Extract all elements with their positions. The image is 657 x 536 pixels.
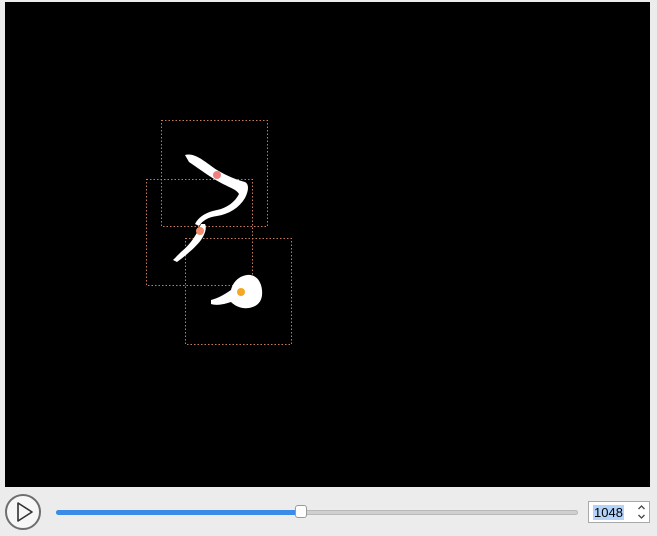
- frame-decrement-button[interactable]: [635, 512, 648, 521]
- play-icon: [17, 502, 33, 522]
- chevron-up-icon: [638, 505, 645, 510]
- frame-increment-button[interactable]: [635, 503, 648, 512]
- playback-controls: 1048: [0, 488, 657, 536]
- middle-blob-marker: [196, 227, 204, 235]
- timeline-slider[interactable]: [56, 505, 578, 518]
- chevron-down-icon: [638, 514, 645, 519]
- timeline-slider-thumb[interactable]: [295, 505, 307, 518]
- lower-blob-marker: [237, 288, 245, 296]
- frame-number-spinbox[interactable]: 1048: [588, 501, 650, 523]
- video-player-window: 1048: [0, 0, 657, 536]
- frame-canvas: [5, 2, 650, 487]
- upper-blob-marker: [213, 171, 221, 179]
- play-button[interactable]: [5, 494, 41, 530]
- frame-number-input[interactable]: 1048: [593, 505, 624, 520]
- timeline-slider-fill: [56, 510, 301, 515]
- video-viewport: [5, 2, 650, 487]
